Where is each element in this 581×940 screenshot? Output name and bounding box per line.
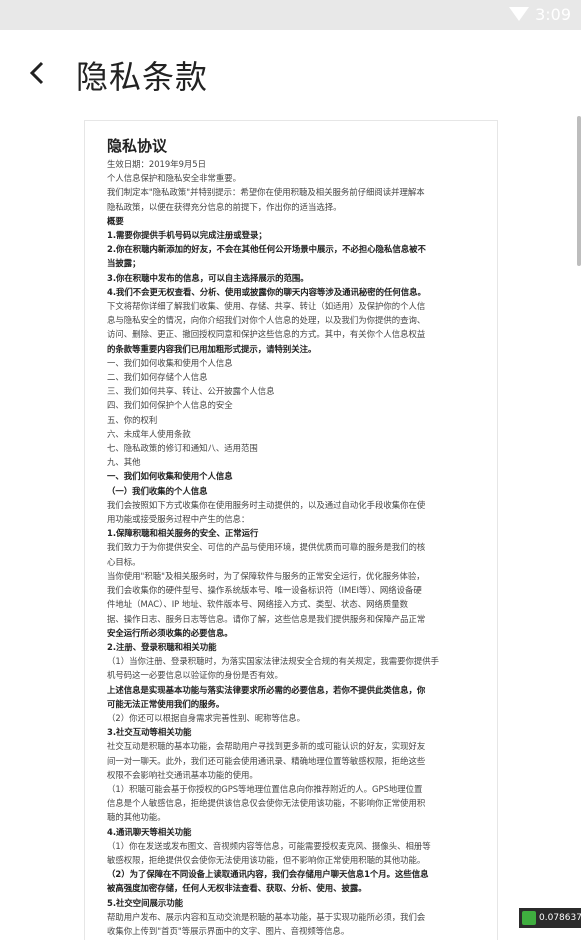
document-line: （2）你还可以根据自身需求完善性别、昵称等信息。: [107, 712, 305, 723]
document-line: 据、操作日志、服务日志等信息。请你了解，这些信息是我们提供服务和保障产品正常: [107, 613, 426, 624]
document-line: 2.注册、登录积聴和相关功能: [107, 641, 217, 652]
document-line: 1.需要你提供手机号码以完成注册或登录；: [107, 230, 267, 241]
document-line: 二、我们如何存储个人信息: [107, 372, 208, 383]
timing-text: 0.078637s: [539, 913, 581, 923]
document-line: 间一对一聊天。此外，我们还可能会使用通讯录、精确地理位置等敏感权限，拒绝这些: [107, 755, 426, 766]
page-title: 隐私条款: [76, 58, 209, 96]
document-line: 社交互动是积聴的基本功能，会帮助用户寻找到更多新的或可能认识的好友，实现好友: [107, 741, 426, 752]
document-line: 一、我们如何收集和使用个人信息: [107, 357, 233, 368]
app-bar: 隐私条款: [0, 30, 581, 116]
scrollbar[interactable]: [577, 116, 581, 266]
document-line: 的条款等重要内容我们已用加粗形式提示，请特别关注。: [107, 343, 317, 354]
document-body: 生效日期：2019年9月5日个人信息保护和隐私安全非常重要。我们制定本"隐私政策…: [107, 157, 475, 938]
document-line: 六、未成年人使用条款: [107, 428, 191, 439]
document-line: 帮助用户发布、展示内容和互动交流是积聴的基本功能，基于实现功能所必须，我们会: [107, 911, 426, 922]
timing-badge: 0.078637s: [519, 908, 581, 928]
status-time: 3:09: [535, 5, 571, 24]
document-line: 当披露；: [107, 258, 141, 269]
document-line: 4.通讯聊天等相关功能: [107, 826, 192, 837]
document-line: 聴的其他功能。: [107, 812, 166, 823]
document-line: （1）积聴可能会基于你授权的GPS等地理位置信息向你推荐附近的人。GPS地理位置: [107, 783, 423, 794]
document-line: 件地址（MAC）、IP 地址、软件版本号、网络接入方式、类型、状态、网络质量数: [107, 599, 409, 610]
document-line: 权限不会影响社交通讯基本功能的使用。: [107, 769, 258, 780]
document-line: 隐私政策，以便在获得充分信息的前提下，作出你的适当选择。: [107, 201, 342, 212]
document-line: 敏感权限，拒绝提供仅会使你无法使用该功能，但不影响你正常使用积聴的其他功能。: [107, 854, 426, 865]
document-line: 我们制定本"隐私政策"并特别提示：希望你在使用积聴及相关服务前仔细阅读并理解本: [107, 187, 425, 198]
document-line: 七、隐私政策的修订和通知八、适用范围: [107, 443, 258, 454]
document-line: （2）为了保障在不同设备上读取通讯内容，我们会存储用户聊天信息1个月。这些信息: [107, 869, 429, 880]
document-line: 3.社交互动等相关功能: [107, 727, 192, 738]
chevron-left-icon: [29, 61, 44, 85]
document-line: 五、你的权利: [107, 414, 158, 425]
app-icon: [522, 911, 536, 925]
document-line: 1.保障积聴和相关服务的安全、正常运行: [107, 528, 259, 539]
document-line: 信息是个人敏感信息，拒绝提供该信息仅会使你无法使用该功能，不影响你正常使用积: [107, 798, 426, 809]
privacy-document[interactable]: 隐私协议 生效日期：2019年9月5日个人信息保护和隐私安全非常重要。我们制定本…: [84, 120, 498, 940]
document-line: 4.我们不会更无权查看、分析、使用或披露你的聊天内容等涉及通讯秘密的任何信息。: [107, 286, 426, 297]
document-line: 生效日期：2019年9月5日: [107, 159, 206, 169]
document-line: 被高强度加密存储，任何人无权非法查看、获取、分析、使用、披露。: [107, 883, 367, 894]
document-line: 四、我们如何保护个人信息的安全: [107, 400, 233, 411]
document-line: 安全运行所必须收集的必要信息。: [107, 627, 233, 638]
document-line: 用功能或接受服务过程中产生的信息：: [107, 514, 250, 525]
document-line: 我们会按照如下方式收集你在使用服务时主动提供的，以及通过自动化手段收集你在使: [107, 499, 426, 510]
document-line: 我们致力于为你提供安全、可信的产品与使用环境，提供优质而可靠的服务是我们的核: [107, 542, 426, 553]
document-line: 一、我们如何收集和使用个人信息: [107, 471, 233, 482]
document-line: 机号码这一必要信息以验证你的身份是否有效。: [107, 670, 283, 681]
document-line: 我们会收集你的硬件型号、操作系统版本号、唯一设备标识符（IMEI等）、网络设备硬: [107, 585, 422, 596]
document-line: 收集你上传到"首页"等展示界面中的文字、图片、音视频等信息。: [107, 925, 350, 936]
document-line: 上述信息是实现基本功能与落实法律要求所必需的必要信息，若你不提供此类信息，你: [107, 684, 426, 695]
document-line: 概要: [107, 215, 124, 226]
document-line: 2.你在积聴内新添加的好友，不会在其他任何公开场景中展示，不必担心隐私信息被不: [107, 244, 426, 255]
document-line: （一）我们收集的个人信息: [107, 485, 208, 496]
document-line: 个人信息保护和隐私安全非常重要。: [107, 173, 241, 184]
document-line: 可能无法正常使用我们的服务。: [107, 698, 225, 709]
document-line: 当你使用"积聴"及相关服务时，为了保障软件与服务的正常安全运行，优化服务体验，: [107, 570, 425, 581]
document-line: （1）你在发送或发布图文、音视频内容等信息，可能需要授权麦克风、摄像头、相册等: [107, 840, 431, 851]
document-line: （1）当你注册、登录积聴时，为落实国家法律法规安全合规的有关规定，我需要你提供手: [107, 656, 439, 667]
document-line: 5.社交空间展示功能: [107, 897, 184, 908]
back-button[interactable]: [26, 58, 50, 88]
document-line: 访问、删除、更正、撤回授权同意和保护这些信息的方式。其中，有关你个人信息权益: [107, 329, 426, 340]
status-bar: 3:09: [0, 0, 581, 30]
document-line: 九、其他: [107, 457, 141, 468]
document-title: 隐私协议: [107, 137, 168, 155]
wifi-icon: [509, 7, 529, 21]
document-line: 三、我们如何共享、转让、公开披露个人信息: [107, 386, 275, 397]
document-line: 息与隐私安全的情况，向你介绍我们对你个人信息的处理，以及我们为你提供的查询、: [107, 315, 426, 326]
document-line: 心目标。: [107, 556, 141, 567]
document-line: 下文将帮你详细了解我们收集、使用、存储、共享、转让（如适用）及保护你的个人信: [107, 301, 426, 312]
document-line: 3.你在积聴中发布的信息，可以自主选择展示的范围。: [107, 272, 309, 283]
